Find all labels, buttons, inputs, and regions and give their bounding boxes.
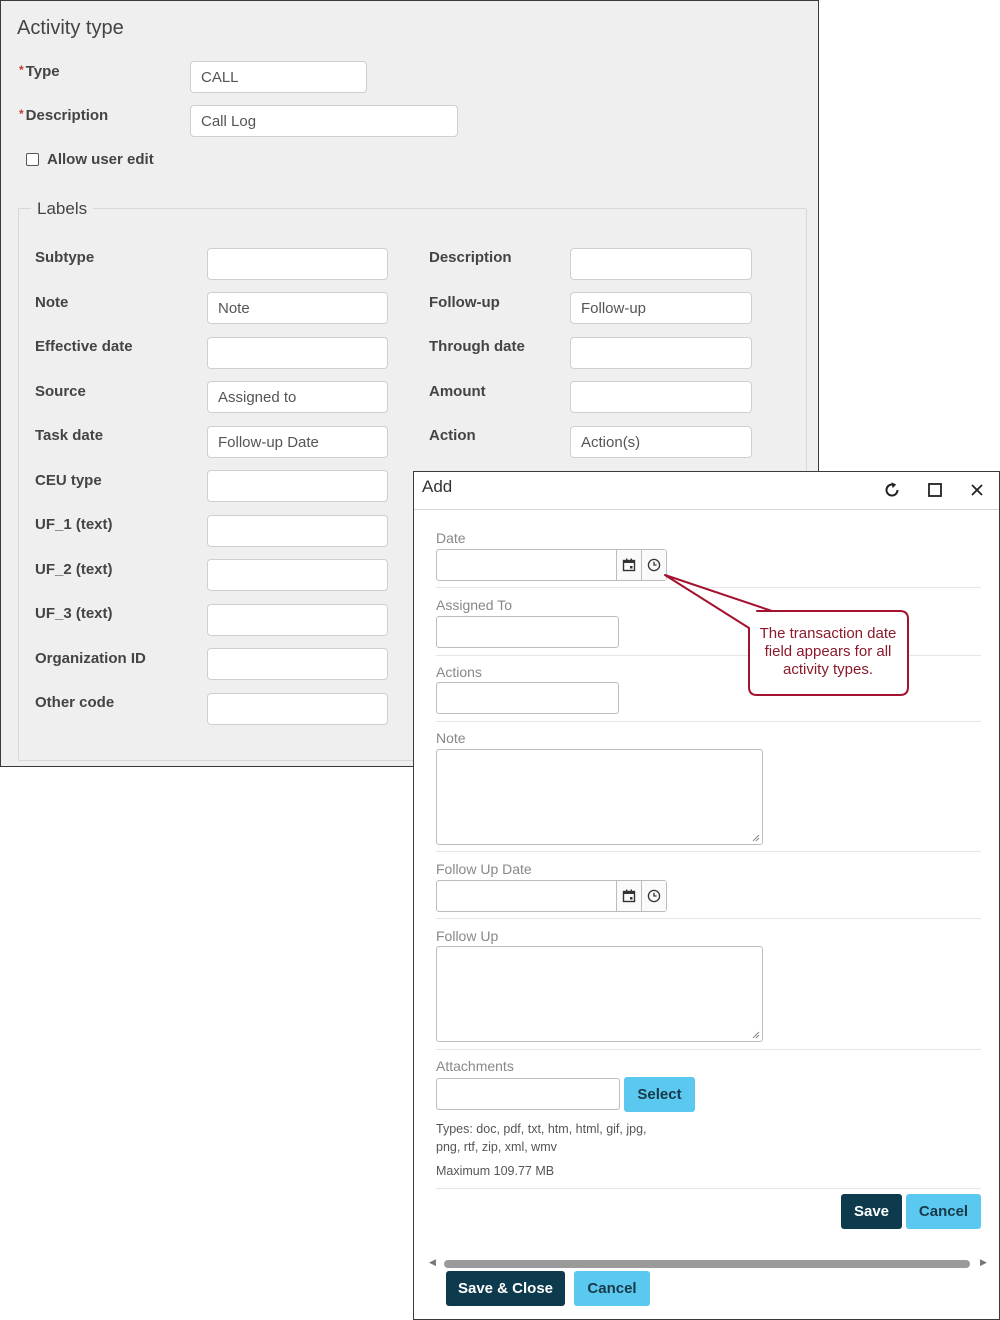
follow-up-label: Follow Up [436,928,499,944]
dialog-title: Add [422,477,453,496]
labels-legend: Labels [31,199,94,219]
label-follow-up: Follow-up [429,294,500,311]
source-field[interactable]: Assigned to [207,381,388,413]
divider [436,851,981,852]
divider [436,1188,981,1189]
cancel-button[interactable]: Cancel [906,1194,981,1229]
required-marker: * [19,107,24,121]
date-input[interactable] [437,550,616,580]
uf1-field[interactable] [207,515,388,547]
label-task-date: Task date [35,427,104,444]
label-ceu-type: CEU type [35,472,102,489]
date-picker [436,549,667,581]
date-label: Date [436,530,466,546]
allow-user-edit-label: Allow user edit [47,151,154,168]
note-textarea[interactable] [436,749,763,845]
divider [436,587,981,588]
note-field[interactable]: Note [207,292,388,324]
save-close-button[interactable]: Save & Close [446,1271,565,1306]
calendar-icon[interactable] [616,550,641,580]
effective-date-field[interactable] [207,337,388,369]
label-organization-id: Organization ID [35,650,146,667]
follow-up-date-label: Follow Up Date [436,861,532,877]
resize-grip-icon[interactable] [752,1031,760,1039]
note-label: Note [436,730,466,746]
add-dialog: Add Date Assigned To Actions Note Follow… [413,471,1000,1320]
label-source: Source [35,383,86,400]
allowed-types-text: Types: doc, pdf, txt, htm, html, gif, jp… [436,1122,647,1154]
divider [436,1049,981,1050]
follow-up-textarea[interactable] [436,946,763,1042]
label-description-field[interactable] [570,248,752,280]
divider [436,918,981,919]
description-field[interactable]: Call Log [190,105,458,137]
follow-up-date-input[interactable] [437,881,616,911]
resize-grip-icon[interactable] [752,834,760,842]
scrollbar-thumb[interactable] [444,1260,970,1268]
actions-input[interactable] [436,682,619,714]
max-size-text: Maximum 109.77 MB [436,1164,555,1178]
attachments-input[interactable] [436,1078,620,1110]
scroll-left-icon[interactable]: ◀ [429,1257,436,1268]
label-through-date: Through date [429,338,525,355]
clock-icon[interactable] [641,881,666,911]
close-icon[interactable] [965,478,989,502]
required-marker: * [19,63,24,77]
allow-user-edit-row: Allow user edit [26,151,154,168]
calendar-icon[interactable] [616,881,641,911]
label-uf2: UF_2 (text) [35,561,113,578]
cancel-bottom-button[interactable]: Cancel [574,1271,650,1306]
label-description: Description [429,249,512,266]
action-field[interactable]: Action(s) [570,426,752,458]
organization-id-field[interactable] [207,648,388,680]
label-uf3: UF_3 (text) [35,605,113,622]
other-code-field[interactable] [207,693,388,725]
label-action: Action [429,427,476,444]
follow-up-date-picker [436,880,667,912]
label-other-code: Other code [35,694,115,711]
type-field[interactable]: CALL [190,61,367,93]
subtype-field[interactable] [207,248,388,280]
through-date-field[interactable] [570,337,752,369]
amount-field[interactable] [570,381,752,413]
uf3-field[interactable] [207,604,388,636]
label-subtype: Subtype [35,249,95,266]
save-button[interactable]: Save [841,1194,902,1229]
ceu-type-field[interactable] [207,470,388,502]
callout-text: The transaction date field appears for a… [759,625,897,678]
task-date-field[interactable]: Follow-up Date [207,426,388,458]
uf2-field[interactable] [207,559,388,591]
divider [436,721,981,722]
allow-user-edit-checkbox[interactable] [26,153,39,166]
assigned-to-input[interactable] [436,616,619,648]
type-label: * Type [19,63,60,80]
refresh-icon[interactable] [880,478,904,502]
clock-icon[interactable] [641,550,666,580]
scroll-right-icon[interactable]: ▶ [980,1257,987,1268]
label-effective-date: Effective date [35,338,133,355]
assigned-to-label: Assigned To [436,597,513,613]
label-note: Note [35,294,69,311]
follow-up-field[interactable]: Follow-up [570,292,752,324]
horizontal-scrollbar[interactable] [444,1260,970,1268]
actions-label: Actions [436,664,482,680]
dialog-header: Add [414,472,999,510]
label-uf1: UF_1 (text) [35,516,113,533]
description-label: * Description [19,107,109,124]
maximize-icon[interactable] [923,478,947,502]
page-title: Activity type [17,17,124,39]
label-amount: Amount [429,383,486,400]
attachments-label: Attachments [436,1058,514,1074]
select-button[interactable]: Select [624,1077,695,1112]
